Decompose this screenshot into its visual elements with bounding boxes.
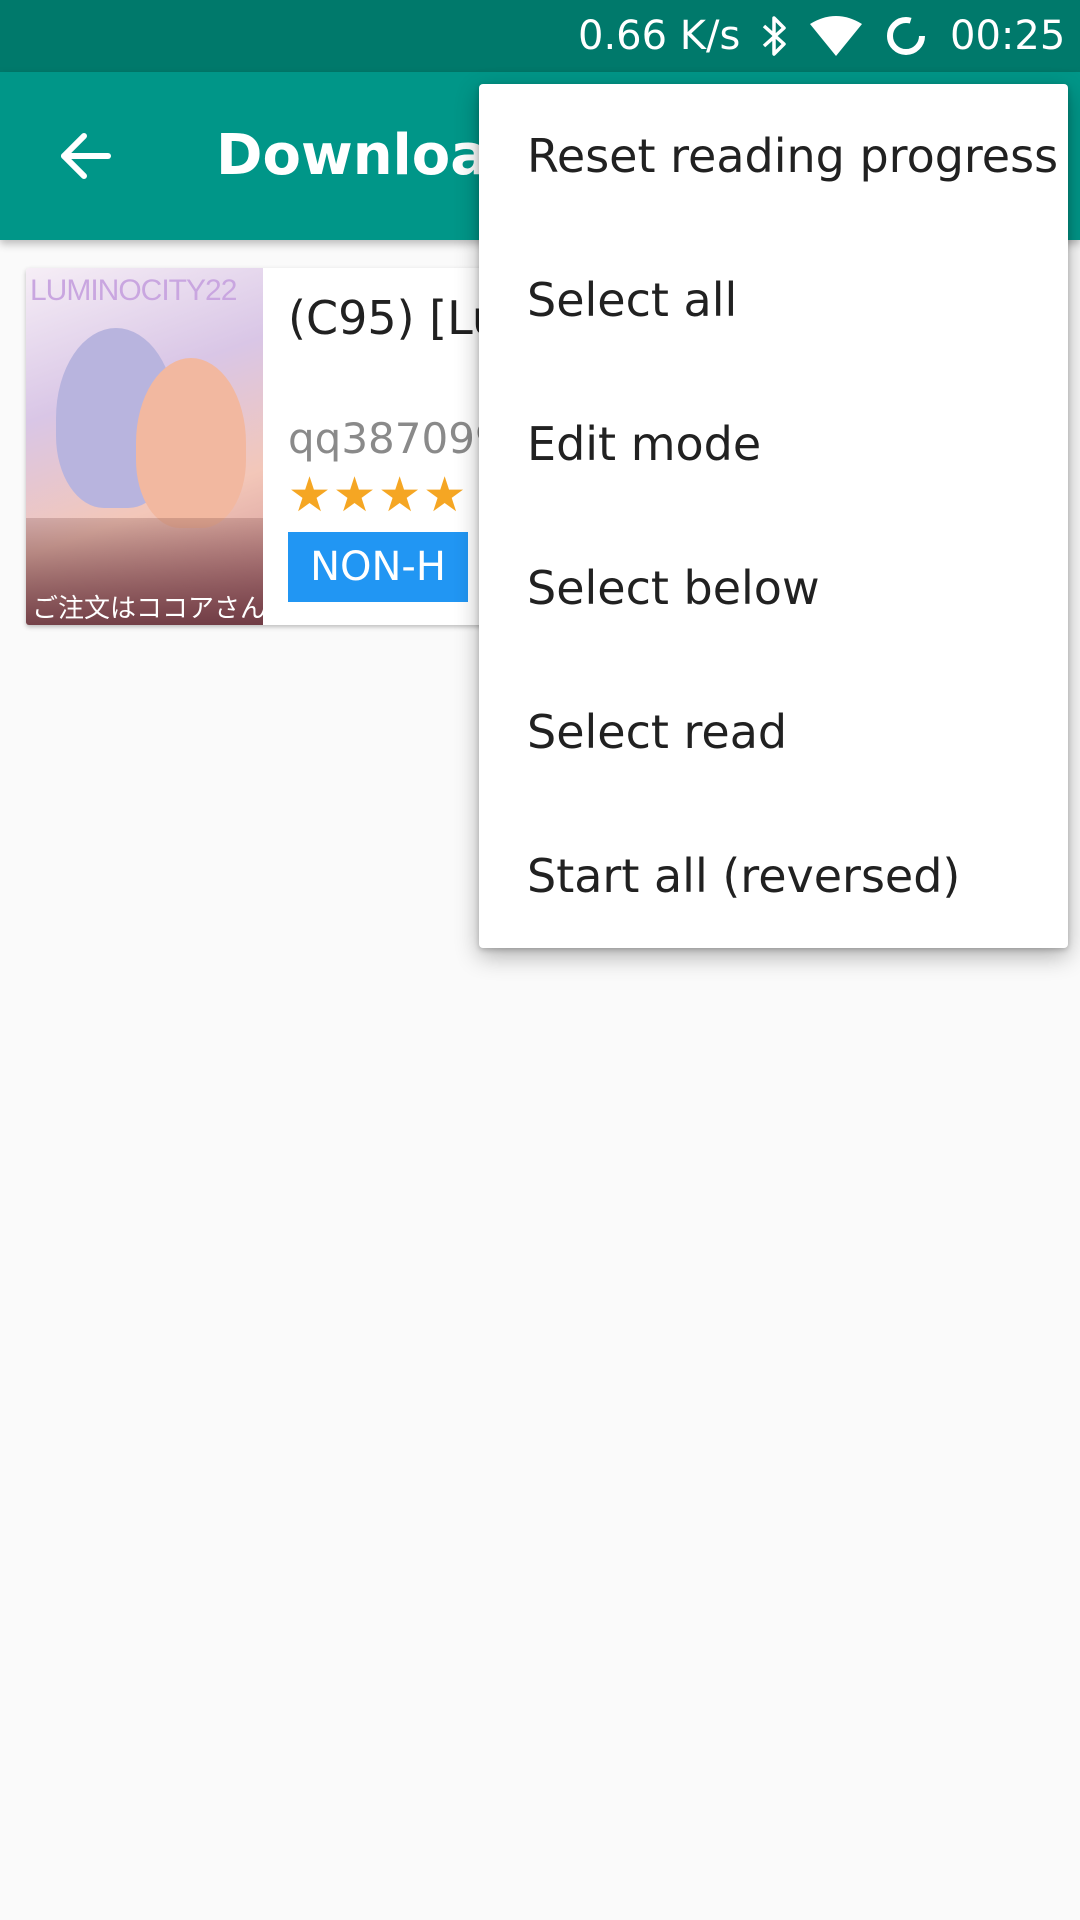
star-icon: ★ <box>288 467 332 523</box>
star-icon: ★ <box>423 467 467 523</box>
network-speed: 0.66 K/s <box>578 13 741 59</box>
gallery-uploader: qq387099 <box>288 414 502 463</box>
wifi-icon <box>808 14 864 62</box>
clock: 00:25 <box>950 13 1066 59</box>
overflow-menu: Reset reading progress Select all Edit m… <box>479 84 1068 948</box>
menu-item-select-below[interactable]: Select below <box>479 516 1068 660</box>
arrow-left-icon[interactable] <box>50 120 122 192</box>
thumbnail-figure <box>136 358 246 528</box>
star-icon: ★ <box>378 467 422 523</box>
rating-stars: ★★★★ <box>288 468 468 522</box>
bluetooth-icon <box>756 14 792 62</box>
menu-item-reset-reading-progress[interactable]: Reset reading progress <box>479 84 1068 228</box>
menu-item-start-all-reversed[interactable]: Start all (reversed) <box>479 804 1068 948</box>
battery-icon <box>884 14 928 62</box>
menu-item-select-all[interactable]: Select all <box>479 228 1068 372</box>
status-bar: 0.66 K/s 00:25 <box>0 0 1080 72</box>
menu-item-select-read[interactable]: Select read <box>479 660 1068 804</box>
star-icon: ★ <box>333 467 377 523</box>
gallery-thumbnail: LUMINOCITY22 ご注文はココアさんです。 <box>26 268 263 625</box>
category-badge: NON-H <box>288 532 468 602</box>
menu-item-edit-mode[interactable]: Edit mode <box>479 372 1068 516</box>
thumbnail-title: LUMINOCITY22 <box>30 274 237 307</box>
thumbnail-caption: ご注文はココアさんです。 <box>32 594 263 624</box>
